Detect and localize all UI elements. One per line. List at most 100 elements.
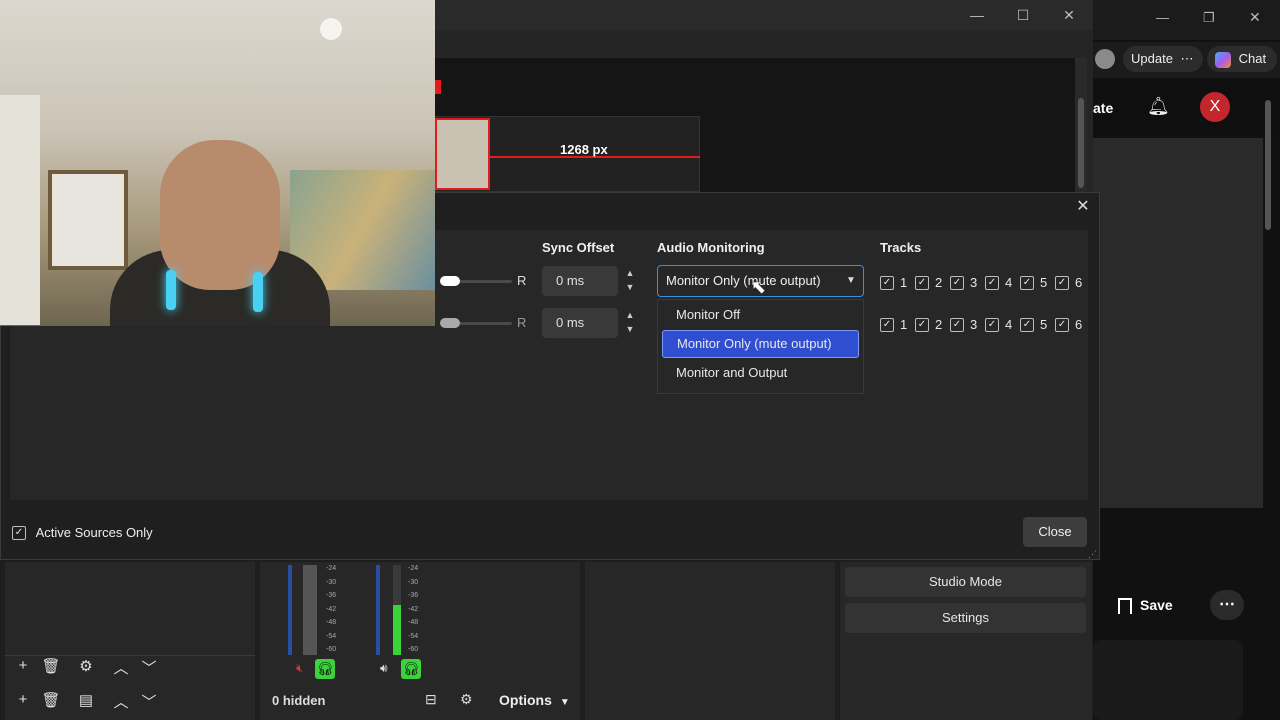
- sync-offset-header: Sync Offset: [542, 240, 615, 255]
- balance-slider-knob[interactable]: [440, 276, 460, 286]
- dialog-close-icon[interactable]: ✕: [1074, 196, 1092, 215]
- transitions-dock: [585, 562, 835, 720]
- restore-icon[interactable]: ❐: [1203, 10, 1219, 26]
- audio-monitoring-header: Audio Monitoring: [657, 240, 765, 255]
- options-label: Options: [499, 692, 552, 708]
- bell-icon[interactable]: 🔔︎: [1147, 96, 1170, 117]
- browser-content-panel: [1093, 138, 1263, 508]
- meter-scale: -24 -30 -36 -42 -48 -54 -60: [408, 565, 419, 653]
- move-up-icon[interactable]: ︿: [111, 691, 131, 712]
- profile-icon[interactable]: [1095, 49, 1115, 69]
- balance-slider-knob[interactable]: [440, 318, 460, 328]
- volume-fader[interactable]: [393, 565, 401, 605]
- more-options-button[interactable]: ⋯: [1210, 590, 1244, 620]
- measure-label: 1268 px: [560, 142, 608, 157]
- hidden-count: 0 hidden: [272, 693, 326, 708]
- webcam-overlay: [0, 0, 435, 326]
- track-checkbox[interactable]: ✓ 3: [950, 274, 985, 290]
- preview-scrollbar[interactable]: [1075, 58, 1087, 192]
- move-down-icon[interactable]: ﹀: [139, 691, 159, 712]
- site-header: ate 🔔︎ X: [1093, 80, 1280, 136]
- track-checkbox[interactable]: ✓ 5: [1020, 274, 1055, 290]
- browser-scrollbar[interactable]: [1265, 100, 1271, 230]
- volume-level-green: [393, 605, 401, 655]
- track-checkbox[interactable]: ✓ 2: [915, 316, 950, 332]
- gear-icon[interactable]: ⚙︎: [76, 657, 96, 675]
- volume-meter: [376, 565, 380, 655]
- sync-offset-input[interactable]: 0 ms: [542, 308, 618, 338]
- sync-offset-stepper[interactable]: ▲ ▼: [619, 308, 641, 338]
- header-partial-text: ate: [1093, 100, 1114, 116]
- option-monitor-and-output[interactable]: Monitor and Output: [662, 359, 859, 387]
- track-checkbox[interactable]: ✓ 5: [1020, 316, 1055, 332]
- track-checkbox[interactable]: ✓ 4: [985, 274, 1020, 290]
- track-checkbox[interactable]: ✓ 4: [985, 316, 1020, 332]
- save-button[interactable]: Save: [1118, 590, 1198, 620]
- audio-monitoring-selected: Monitor Only (mute output): [666, 273, 821, 288]
- trash-icon[interactable]: 🗑︎: [41, 657, 61, 675]
- active-sources-only-checkbox[interactable]: ✓ Active Sources Only: [12, 524, 153, 540]
- headphones-monitor-icon[interactable]: 🎧︎: [401, 659, 421, 679]
- checkbox-icon: ✓: [12, 525, 26, 540]
- headphones-monitor-icon[interactable]: 🎧︎: [315, 659, 335, 679]
- layout-icon[interactable]: ⊟: [425, 691, 437, 708]
- resize-grip-icon[interactable]: ⋰: [1088, 549, 1097, 560]
- sync-offset-input[interactable]: 0 ms: [542, 266, 618, 296]
- bookmark-icon: [1118, 598, 1132, 615]
- volume-meter: [288, 565, 292, 655]
- option-monitor-only[interactable]: Monitor Only (mute output): [662, 330, 859, 358]
- studio-mode-button[interactable]: Studio Mode: [845, 567, 1086, 597]
- update-button[interactable]: Update ⋯: [1123, 46, 1203, 72]
- balance-right-label: R: [517, 315, 527, 330]
- selection-handle: [435, 80, 441, 94]
- settings-button[interactable]: Settings: [845, 603, 1086, 633]
- browser-titlebar: — ❐ ✕: [1093, 0, 1280, 40]
- options-button[interactable]: Options ▼: [499, 692, 570, 708]
- track-checkbox[interactable]: ✓ 1: [880, 274, 915, 290]
- trash-icon[interactable]: 🗑︎: [41, 691, 61, 709]
- speaker-icon[interactable]: 🔊︎: [380, 661, 388, 676]
- minimize-icon[interactable]: —: [1156, 10, 1172, 25]
- preview-webcam-source[interactable]: [435, 118, 490, 190]
- chevron-down-icon: ▼: [559, 697, 570, 708]
- sync-offset-stepper[interactable]: ▲ ▼: [619, 266, 641, 296]
- close-window-icon[interactable]: ✕: [1249, 9, 1265, 26]
- track-checkbox[interactable]: ✓ 6: [1055, 274, 1090, 290]
- filters-icon[interactable]: ▤: [76, 691, 96, 709]
- mouse-cursor: ⬉: [751, 277, 767, 297]
- option-monitor-off[interactable]: Monitor Off: [662, 301, 859, 329]
- advanced-audio-icon[interactable]: ⚙︎: [460, 691, 473, 708]
- move-up-icon[interactable]: ︿: [111, 657, 131, 678]
- save-label: Save: [1140, 597, 1173, 613]
- add-icon[interactable]: +: [13, 657, 33, 674]
- more-icon: ⋯: [1180, 51, 1194, 66]
- tracks-row-2: ✓ 1 ✓ 2 ✓ 3 ✓ 4 ✓ 5 ✓ 6: [880, 315, 1090, 333]
- add-icon[interactable]: +: [13, 691, 33, 708]
- minimize-icon[interactable]: —: [967, 6, 987, 24]
- balance-right-label: R: [517, 273, 527, 288]
- tracks-header: Tracks: [880, 240, 922, 255]
- copilot-chat-button[interactable]: Chat: [1207, 46, 1277, 72]
- copilot-icon: [1215, 51, 1231, 68]
- update-label: Update: [1131, 51, 1173, 66]
- obs-titlebar: [435, 0, 1093, 30]
- track-checkbox[interactable]: ✓ 3: [950, 316, 985, 332]
- close-button[interactable]: Close: [1023, 517, 1087, 547]
- maximize-icon[interactable]: ☐: [1013, 6, 1033, 24]
- active-sources-only-label: Active Sources Only: [35, 525, 153, 541]
- tracks-row-1: ✓ 1 ✓ 2 ✓ 3 ✓ 4 ✓ 5 ✓ 6: [880, 273, 1090, 291]
- move-down-icon[interactable]: ﹀: [139, 657, 159, 678]
- track-checkbox[interactable]: ✓ 6: [1055, 316, 1090, 332]
- chat-label: Chat: [1238, 51, 1267, 66]
- audio-monitoring-dropdown: Monitor Off Monitor Only (mute output) M…: [657, 299, 864, 394]
- muted-speaker-icon[interactable]: 🔇︎: [296, 661, 304, 676]
- browser-bottom-card: [1093, 640, 1243, 720]
- meter-scale: -24 -30 -36 -42 -48 -54 -60: [326, 565, 337, 653]
- avatar[interactable]: X: [1200, 92, 1230, 122]
- close-window-icon[interactable]: ✕: [1059, 6, 1079, 24]
- chevron-down-icon: ▼: [846, 275, 856, 286]
- track-checkbox[interactable]: ✓ 1: [880, 316, 915, 332]
- volume-fader[interactable]: [303, 565, 317, 655]
- browser-toolbar: Update ⋯ Chat: [1093, 42, 1280, 78]
- track-checkbox[interactable]: ✓ 2: [915, 274, 950, 290]
